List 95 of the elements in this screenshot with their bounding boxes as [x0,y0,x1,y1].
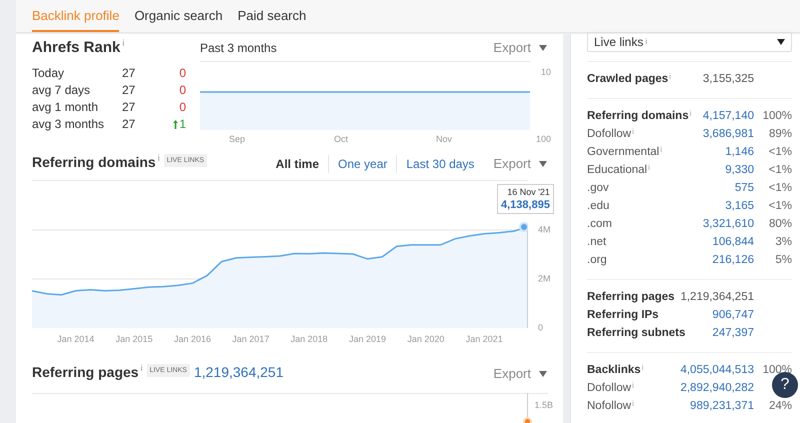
axis-label: 100 [536,133,551,146]
caret-icon [539,370,547,377]
axis-label: Nov [436,133,452,146]
metric-percent: 100% [762,109,792,124]
rank-change: 0 [179,82,186,99]
metric-percent: 5% [775,253,792,268]
range-tab[interactable]: Last 30 days [396,154,484,173]
metric-value[interactable]: 216,126 [712,252,754,270]
metric-percent: <1% [768,199,792,214]
metric-value: 3,155,325 [702,72,754,88]
metric-label: .edu [587,199,610,214]
metric-value[interactable]: 4,157,140 [702,108,754,126]
axis-label: Sep [229,133,246,146]
rank-change: 1 [179,116,186,133]
metric-label: Referring IPs [587,308,659,324]
axis-label: Jan 2020 [407,334,444,345]
metric-value[interactable]: 247,397 [712,325,754,343]
axis-label: Jan 2015 [116,334,153,345]
metric-label: .gov [587,181,609,196]
info-icon[interactable]: i [140,362,143,376]
section-title: Referring pages [32,363,139,382]
metric-label: Educational [587,163,648,178]
metric-value[interactable]: 989,231,371 [690,398,754,416]
axis-label: 10 [540,66,551,79]
rank-change: 0 [179,99,186,116]
axis-label: Jan 2019 [349,334,386,345]
section-title: Referring domains [32,153,156,172]
info-icon[interactable]: i [158,152,160,166]
rank-label: avg 1 month [32,99,100,116]
metric-label: .net [587,235,606,250]
metric-value[interactable]: 3,321,610 [702,216,754,234]
rank-label: avg 3 months [32,116,106,133]
metric-percent: 3% [775,235,792,250]
tab[interactable]: Paid search [238,0,306,32]
range-tab[interactable]: One year [328,154,396,173]
axis-label: Jan 2018 [290,334,328,345]
axis-label: 0 [538,322,544,334]
metric-value: 1,219,364,251 [680,290,754,306]
metric-value[interactable]: 106,844 [712,234,754,252]
export-dropdown[interactable]: Export [493,38,547,58]
metric-value[interactable]: 9,330 [725,162,754,180]
range-tab[interactable]: All time [266,154,328,173]
metric-value[interactable]: 906,747 [712,307,754,325]
axis-label: Jan 2021 [466,334,503,345]
rank-label: avg 7 days [32,82,92,99]
rank-value: 27 [122,99,136,116]
axis-label: 4M [538,224,551,236]
rank-value: 27 [122,116,136,133]
metric-value[interactable]: 3,165 [725,198,754,216]
export-dropdown[interactable]: Export [493,364,547,384]
metric-percent: 80% [768,217,792,232]
section-title: Ahrefs Rank [32,38,120,58]
metric-label: Referring domains [587,109,689,124]
axis-label: Jan 2014 [57,334,94,345]
metric-label: Dofollow [587,127,632,142]
rank-value: 27 [122,65,136,82]
tab[interactable]: Organic search [134,0,223,32]
axis-label: 2M [538,273,551,284]
axis-label: Oct [334,133,348,146]
caret-icon [539,44,547,51]
metric-label: Referring pages [587,290,675,306]
metric-value[interactable]: 2,892,940,282 [680,380,754,398]
info-icon[interactable]: i [122,37,124,50]
export-dropdown[interactable]: Export [493,154,547,174]
metric-label: Backlinks [587,363,641,378]
axis-label: Jan 2016 [174,334,211,345]
metric-label: Referring subnets [587,326,686,342]
metric-percent: <1% [768,163,792,178]
metric-value[interactable]: 1,146 [725,144,754,162]
caret-icon [777,39,785,45]
up-arrow-icon [173,120,178,128]
caret-icon [539,160,547,167]
metric-value[interactable]: 575 [734,180,754,198]
metric-label: .com [587,217,612,232]
metric-label: Nofollow [587,399,632,414]
metric-percent: <1% [768,145,792,160]
metric-value[interactable]: 4,055,044,513 [680,362,754,380]
axis-label: Jan 2017 [232,334,270,345]
metric-label: Dofollow [587,381,632,396]
chart-title: Past 3 months [200,40,277,57]
metric-label: Crawled pages [587,72,668,88]
axis-label: 1.5B [534,399,553,412]
rank-label: Today [32,65,66,82]
tooltip-date: 16 Nov '21 [507,186,550,199]
referring-pages-count[interactable]: 1,219,364,251 [194,362,284,383]
data-point-marker [519,222,528,232]
metric-value[interactable]: 3,686,981 [702,126,754,144]
metric-percent: 89% [768,127,792,142]
metric-percent: <1% [768,181,792,196]
metric-label: Governmental [587,145,660,160]
rank-change: 0 [179,65,186,82]
metric-label: .org [587,253,607,268]
metric-percent: 24% [768,399,792,414]
tooltip-value: 4,138,895 [501,199,550,212]
rank-value: 27 [122,82,136,99]
